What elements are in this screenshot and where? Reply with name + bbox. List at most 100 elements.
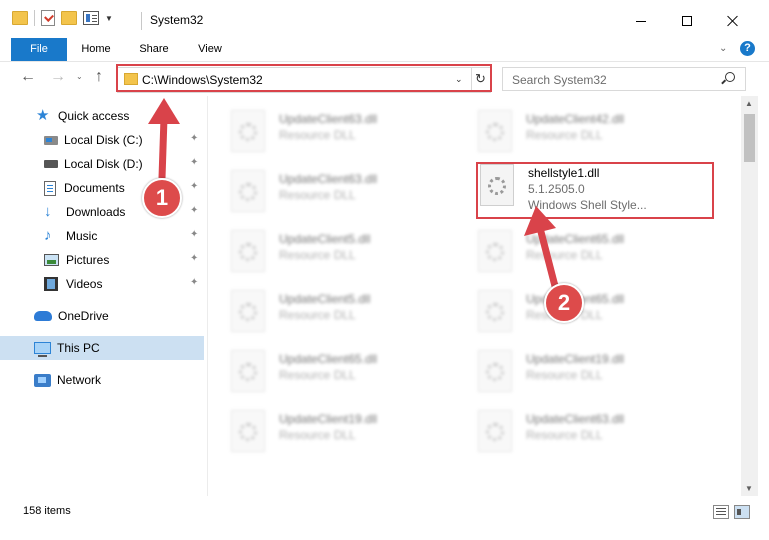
gear-icon [486, 363, 504, 381]
maximize-button[interactable] [664, 8, 710, 34]
file-item[interactable]: UpdateClient63.dll Resource DLL [219, 102, 459, 156]
new-folder-icon[interactable] [61, 11, 77, 25]
pin-icon[interactable]: ✦ [190, 230, 199, 240]
tab-view[interactable]: View [184, 38, 236, 61]
file-description: Resource DLL [279, 428, 356, 442]
file-item[interactable]: UpdateClient19.dll Resource DLL [219, 402, 459, 456]
file-item[interactable]: UpdateClient5.dll Resource DLL [219, 282, 459, 336]
sidebar-item-onedrive[interactable]: OneDrive [0, 304, 204, 328]
dll-file-icon [478, 230, 512, 272]
scroll-thumb[interactable] [744, 114, 755, 162]
sidebar-item-network[interactable]: Network [0, 368, 204, 392]
search-placeholder: Search System32 [512, 73, 607, 87]
tab-share[interactable]: Share [128, 38, 180, 61]
file-item[interactable]: UpdateClient63.dll Resource DLL [219, 162, 459, 216]
file-item[interactable]: UpdateClient5.dll Resource DLL [219, 222, 459, 276]
title-bar: ▼ System32 [0, 0, 769, 40]
pin-icon[interactable]: ✦ [190, 254, 199, 264]
onedrive-icon [34, 311, 52, 321]
gear-icon [239, 303, 257, 321]
dll-file-icon [231, 410, 265, 452]
file-item[interactable]: UpdateClient42.dll Resource DLL [466, 102, 706, 156]
file-name: UpdateClient65.dll [526, 232, 625, 246]
gear-icon [486, 423, 504, 441]
sidebar-item-pictures[interactable]: Pictures ✦ [0, 248, 204, 272]
local-disk-icon [44, 160, 58, 168]
pin-icon[interactable]: ✦ [190, 182, 199, 192]
sidebar-item-label: Documents [64, 181, 125, 195]
sidebar-item-label: Music [66, 229, 98, 243]
sidebar-item-label: Local Disk (C:) [64, 133, 143, 147]
file-item[interactable]: UpdateClient63.dll Resource DLL [466, 402, 706, 456]
close-button[interactable] [710, 8, 756, 34]
sidebar-item-quick-access[interactable]: ★ Quick access [0, 104, 204, 128]
file-item[interactable]: UpdateClient65.dll Resource DLL [219, 342, 459, 396]
search-input[interactable]: Search System32 [502, 67, 746, 91]
gear-icon [486, 123, 504, 141]
file-highlight-box [476, 162, 714, 219]
sidebar-item-this-pc[interactable]: This PC [0, 336, 204, 360]
forward-arrow-icon[interactable]: → [50, 68, 66, 86]
pin-icon[interactable]: ✦ [190, 134, 199, 144]
tab-file[interactable]: File [11, 38, 67, 61]
search-icon[interactable] [725, 72, 735, 82]
properties-icon[interactable] [83, 11, 99, 25]
file-name: UpdateClient19.dll [526, 352, 625, 366]
up-arrow-icon[interactable]: ↑ [95, 68, 103, 86]
gear-icon [239, 363, 257, 381]
vertical-scrollbar[interactable]: ▲ ▼ [741, 96, 758, 496]
videos-icon [44, 277, 58, 291]
expand-ribbon-chevron-icon[interactable]: ⌄ [719, 43, 727, 54]
details-view-icon[interactable] [713, 505, 729, 519]
pictures-icon [44, 254, 59, 266]
sidebar-item-label: Pictures [66, 253, 110, 267]
status-bar: 158 items [0, 498, 769, 526]
file-list: UpdateClient63.dll Resource DLL UpdateCl… [209, 96, 741, 496]
properties-check-icon[interactable] [41, 10, 55, 26]
file-name: UpdateClient63.dll [526, 412, 625, 426]
minimize-button[interactable] [618, 8, 664, 34]
sidebar-item-music[interactable]: ♪ Music ✦ [0, 224, 204, 248]
file-item[interactable]: UpdateClient65.dll Resource DLL [466, 282, 706, 336]
file-name: UpdateClient5.dll [279, 292, 371, 306]
back-arrow-icon[interactable]: ← [20, 68, 36, 86]
file-item[interactable]: UpdateClient65.dll Resource DLL [466, 222, 706, 276]
sidebar-item-label: Quick access [58, 109, 130, 123]
dll-file-icon [231, 350, 265, 392]
network-icon [34, 373, 51, 387]
help-icon[interactable]: ? [740, 41, 755, 56]
file-description: Resource DLL [279, 308, 356, 322]
recent-locations-chevron-icon[interactable]: ⌄ [76, 72, 83, 81]
sidebar-item-videos[interactable]: Videos ✦ [0, 272, 204, 296]
file-name: UpdateClient42.dll [526, 112, 625, 126]
file-name: UpdateClient63.dll [279, 112, 378, 126]
downloads-icon: ↓ [44, 203, 52, 220]
dll-file-icon [478, 290, 512, 332]
large-icons-view-icon[interactable] [734, 505, 750, 519]
scroll-down-arrow-icon[interactable]: ▼ [745, 484, 753, 493]
gear-icon [239, 123, 257, 141]
documents-icon [44, 180, 56, 196]
star-icon: ★ [36, 107, 50, 124]
title-divider [141, 12, 142, 30]
pin-icon[interactable]: ✦ [190, 206, 199, 216]
minimize-icon [636, 20, 646, 22]
file-description: Resource DLL [279, 368, 356, 382]
sidebar-item-local-disk-d[interactable]: Local Disk (D:) ✦ [0, 152, 204, 176]
tab-home[interactable]: Home [70, 38, 122, 61]
dll-file-icon [478, 110, 512, 152]
file-description: Resource DLL [279, 248, 356, 262]
pin-icon[interactable]: ✦ [190, 278, 199, 288]
maximize-icon [682, 16, 692, 26]
dll-file-icon [478, 410, 512, 452]
scroll-up-arrow-icon[interactable]: ▲ [745, 99, 753, 108]
sidebar-item-label: OneDrive [58, 309, 109, 323]
pin-icon[interactable]: ✦ [190, 158, 199, 168]
gear-icon [486, 303, 504, 321]
file-item[interactable]: UpdateClient19.dll Resource DLL [466, 342, 706, 396]
sidebar-item-label: Videos [66, 277, 103, 291]
gear-icon [239, 243, 257, 261]
sidebar-item-local-disk-c[interactable]: Local Disk (C:) ✦ [0, 128, 204, 152]
local-disk-icon [44, 135, 58, 145]
customize-toolbar-caret-icon[interactable]: ▼ [105, 14, 113, 23]
